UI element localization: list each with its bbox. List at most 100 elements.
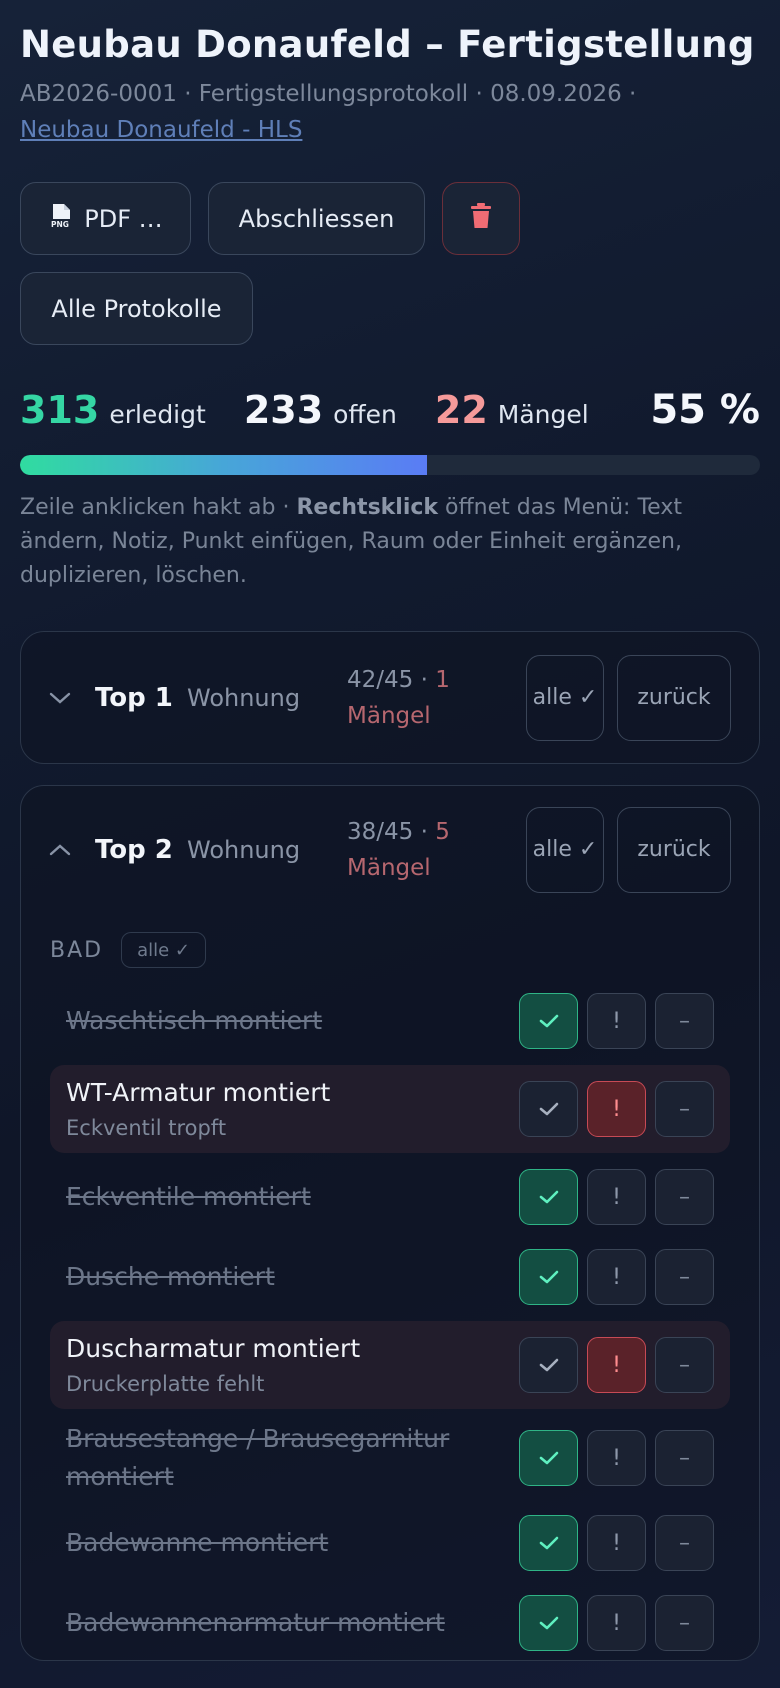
done-count: 313 [20,388,100,432]
item-text-block: Duscharmatur montiert Druckerplatte fehlt [66,1330,519,1400]
item-text-block: Badewannenarmatur montiert [66,1604,519,1642]
mark-defect-button[interactable]: ! [587,1430,646,1486]
mark-na-button[interactable]: – [655,1081,714,1137]
check-icon [539,1270,558,1284]
item-text-block: Waschtisch montiert [66,1002,519,1040]
hint-bold: Rechtsklick [296,495,439,520]
unit-header[interactable]: Top 1 Wohnung 42/45 · 1 Mängel alle ✓ zu… [21,632,759,763]
item-text-block: Dusche montiert [66,1258,519,1296]
mark-na-button[interactable]: – [655,993,714,1049]
item-note: Eckventil tropft [66,1116,227,1140]
mark-defect-button[interactable]: ! [587,1337,646,1393]
mark-na-button[interactable]: – [655,1169,714,1225]
chevron-up-icon[interactable] [47,843,73,857]
unit-count: 42/45 · [347,666,436,693]
reset-button[interactable]: zurück [617,807,731,893]
item-label: Dusche montiert [66,1262,275,1291]
check-icon [539,1190,558,1204]
mark-done-button[interactable] [519,993,578,1049]
item-label: Badewannenarmatur montiert [66,1608,445,1637]
pdf-button-label: PDF … [84,204,163,233]
unit-type: Wohnung [187,683,301,712]
checklist-item[interactable]: Duscharmatur montiert Druckerplatte fehlt… [50,1321,730,1409]
check-icon [539,1014,558,1028]
completion-percent: 55 % [650,387,760,433]
check-all-button[interactable]: alle ✓ [526,807,604,893]
png-file-icon: PNG [48,203,74,235]
checklist-item[interactable]: Dusche montiert! – [50,1240,730,1314]
check-icon [539,1358,558,1372]
unit-card: Top 2 Wohnung 38/45 · 5 Mängel alle ✓ zu… [20,785,760,1661]
close-protocol-button[interactable]: Abschliessen [208,182,425,255]
svg-text:PNG: PNG [51,220,69,229]
room-section: BAD alle ✓ Waschtisch montiert! – WT-Armat… [21,914,759,1660]
mark-defect-button[interactable]: ! [587,1515,646,1571]
mark-na-button[interactable]: – [655,1249,714,1305]
mark-done-button[interactable] [519,1249,578,1305]
checklist-item[interactable]: Eckventile montiert! – [50,1160,730,1234]
mark-done-button[interactable] [519,1337,578,1393]
all-protocols-label: Alle Protokolle [51,294,222,323]
item-label: Waschtisch montiert [66,1006,323,1035]
checklist-item[interactable]: Brausestange / Brausegarnitur montiert! – [50,1416,730,1500]
usage-hint: Zeile anklicken hakt ab · Rechtsklick öf… [20,491,760,593]
hint-part1: Zeile anklicken hakt ab · [20,495,297,520]
item-label: Duscharmatur montiert [66,1334,361,1363]
unit-progress: 38/45 · 5 Mängel [347,814,517,886]
check-icon [539,1536,558,1550]
reset-button[interactable]: zurück [617,654,731,741]
mark-done-button[interactable] [519,1430,578,1486]
checklist-item[interactable]: Badewannenarmatur montiert! – [50,1586,730,1660]
pdf-button[interactable]: PNG PDF … [20,182,191,255]
item-text-block: Eckventile montiert [66,1178,519,1216]
checklist: Waschtisch montiert! – WT-Armatur montiert… [50,984,730,1660]
stats-bar: 313 erledigt 233 offen 22 Mängel 55 % [20,387,760,439]
item-label: Eckventile montiert [66,1182,311,1211]
close-protocol-label: Abschliessen [238,204,395,233]
delete-button[interactable] [442,182,520,255]
project-link[interactable]: Neubau Donaufeld - HLS [20,117,302,143]
check-icon [539,1616,558,1630]
mark-defect-button[interactable]: ! [587,1595,646,1651]
checklist-item[interactable]: WT-Armatur montiert Eckventil tropft! – [50,1065,730,1153]
room-name: BAD [50,937,104,963]
unit-card: Top 1 Wohnung 42/45 · 1 Mängel alle ✓ zu… [20,631,760,764]
room-check-all-button[interactable]: alle ✓ [121,932,207,968]
checklist-item[interactable]: Badewanne montiert! – [50,1506,730,1580]
item-text-block: Brausestange / Brausegarnitur montiert [66,1420,519,1496]
mark-done-button[interactable] [519,1515,578,1571]
defect-count: 22 [434,388,488,432]
chevron-down-icon[interactable] [47,691,73,705]
mark-done-button[interactable] [519,1595,578,1651]
unit-title: Top 1 [95,682,173,713]
check-icon [539,1451,558,1465]
mark-done-button[interactable] [519,1081,578,1137]
open-label: offen [333,400,397,429]
item-text-block: Badewanne montiert [66,1524,519,1562]
item-label: Badewanne montiert [66,1528,329,1557]
open-count: 233 [243,388,324,432]
checklist-item[interactable]: Waschtisch montiert! – [50,984,730,1058]
trash-icon [470,202,492,235]
mark-defect-button[interactable]: ! [587,993,646,1049]
check-all-button[interactable]: alle ✓ [526,654,604,741]
meta-text: AB2026-0001 · Fertigstellungsprotokoll ·… [20,81,637,107]
item-label: Brausestange / Brausegarnitur montiert [66,1424,450,1491]
progress-bar [20,455,760,475]
mark-defect-button[interactable]: ! [587,1249,646,1305]
mark-na-button[interactable]: – [655,1430,714,1486]
unit-header[interactable]: Top 2 Wohnung 38/45 · 5 Mängel alle ✓ zu… [21,786,759,914]
unit-count: 38/45 · [347,819,436,845]
mark-na-button[interactable]: – [655,1595,714,1651]
mark-na-button[interactable]: – [655,1515,714,1571]
unit-type: Wohnung [187,836,301,864]
mark-done-button[interactable] [519,1169,578,1225]
mark-defect-button[interactable]: ! [587,1169,646,1225]
mark-na-button[interactable]: – [655,1337,714,1393]
check-icon [539,1102,558,1116]
page-title: Neubau Donaufeld – Fertigstellung [20,23,755,66]
progress-fill [20,455,427,475]
item-label: WT-Armatur montiert [66,1078,331,1107]
mark-defect-button[interactable]: ! [587,1081,646,1137]
all-protocols-button[interactable]: Alle Protokolle [20,272,253,345]
